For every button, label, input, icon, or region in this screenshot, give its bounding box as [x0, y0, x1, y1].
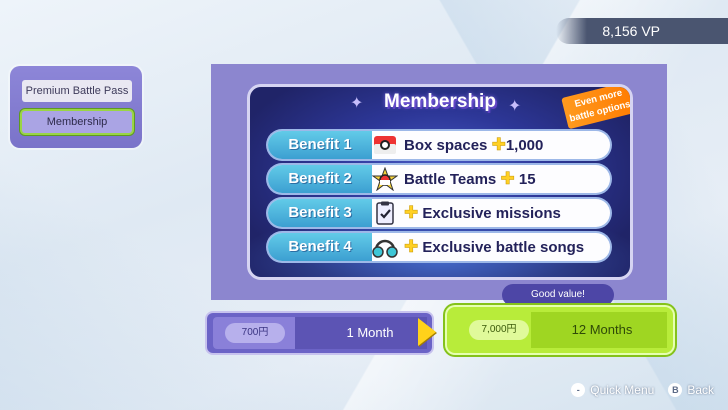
headphones-icon — [372, 235, 398, 259]
benefit-text: ✚ Exclusive missions — [404, 199, 561, 227]
benefit-row: Benefit 1 Box spaces ✚1,000 — [268, 131, 610, 159]
plan-price: 700円 — [225, 323, 285, 343]
promo-ribbon-text: Even more battle options! — [568, 87, 633, 125]
minus-button-icon: - — [571, 383, 586, 397]
plan-label: 1 Month — [346, 325, 394, 340]
membership-card: ✦ ✦ Membership Even more battle options!… — [247, 84, 633, 280]
plan-1-month-button[interactable]: 700円 1 Month — [207, 313, 432, 353]
selection-arrow-icon — [418, 318, 436, 346]
good-value-tooltip: Good value! — [502, 284, 614, 312]
benefit-text: Battle Teams ✚ 15 — [404, 165, 536, 193]
plus-icon: ✚ — [491, 135, 506, 155]
benefit-description: Battle Teams — [404, 171, 497, 188]
benefit-text: ✚ Exclusive battle songs — [404, 233, 584, 261]
quick-menu-button[interactable]: - Quick Menu — [571, 383, 654, 397]
poke-ball-box-icon — [372, 133, 398, 157]
poke-ball-star-icon — [371, 166, 399, 192]
b-button-icon: B — [668, 383, 683, 397]
plus-icon: ✚ — [404, 203, 419, 223]
footer-controls: - Quick Menu B Back — [571, 383, 714, 397]
benefit-text: Box spaces ✚1,000 — [404, 131, 543, 159]
quick-menu-label: Quick Menu — [590, 383, 655, 397]
back-label: Back — [687, 383, 714, 397]
benefit-label: Benefit 1 — [268, 131, 372, 159]
benefit-description: Exclusive battle songs — [422, 239, 585, 256]
membership-panel: ✦ ✦ Membership Even more battle options!… — [211, 64, 667, 300]
plus-icon: ✚ — [404, 237, 419, 257]
benefit-value: 15 — [518, 171, 536, 188]
benefit-description: Exclusive missions — [422, 205, 561, 222]
sidebar-item-premium-battle-pass[interactable]: Premium Battle Pass — [22, 80, 132, 102]
benefit-value: 1,000 — [505, 137, 544, 154]
benefit-row: Benefit 4 ✚ Exclusive battle songs — [268, 233, 610, 261]
benefit-label: Benefit 4 — [268, 233, 372, 261]
vp-balance: 8,156 VP — [556, 18, 728, 44]
sidebar: Premium Battle Pass Membership — [10, 66, 142, 148]
clipboard-check-icon — [372, 201, 398, 225]
benefit-label: Benefit 3 — [268, 199, 372, 227]
plus-icon: ✚ — [500, 169, 515, 189]
benefit-description: Box spaces — [404, 137, 488, 154]
benefit-row: Benefit 2 Battle Teams ✚ 15 — [268, 165, 610, 193]
benefit-label: Benefit 2 — [268, 165, 372, 193]
plan-12-months-button[interactable]: 7,000円 12 Months — [447, 307, 673, 353]
benefit-row: Benefit 3 ✚ Exclusive missions — [268, 199, 610, 227]
plan-price: 7,000円 — [469, 320, 529, 340]
sidebar-item-membership[interactable]: Membership — [22, 111, 132, 133]
plan-label: 12 Months — [571, 322, 633, 337]
back-button[interactable]: B Back — [668, 383, 714, 397]
